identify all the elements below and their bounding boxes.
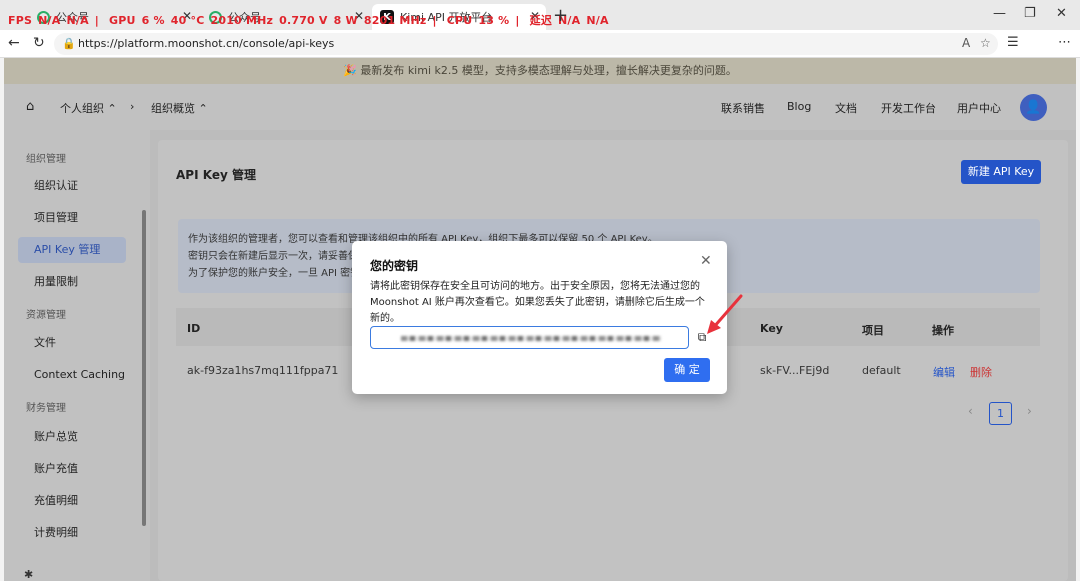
annotation-arrow xyxy=(707,294,743,334)
sidebar-item-api-keys[interactable]: API Key 管理 xyxy=(18,237,126,263)
address-bar-row: ← ↻ 🔒 https://platform.moonshot.cn/conso… xyxy=(0,30,1080,82)
sidebar-item-recharge-history[interactable]: 充值明细 xyxy=(18,488,126,514)
top-header: ⌂ 个人组织 ⌃ › 组织概览 ⌃ 联系销售 Blog 文档 开发工作台 用户中… xyxy=(4,84,1076,130)
user-avatar[interactable]: 👤 xyxy=(1020,94,1047,121)
column-header-project: 项目 xyxy=(862,324,884,337)
favorites-icon[interactable]: ☰ xyxy=(1007,35,1019,50)
url-field[interactable]: 🔒 https://platform.moonshot.cn/console/a… xyxy=(54,33,998,55)
restore-icon[interactable]: ❐ xyxy=(1024,6,1036,21)
column-header-key: Key xyxy=(760,322,783,335)
user-icon: 👤 xyxy=(1025,100,1042,115)
sidebar-item-billing-details[interactable]: 计费明细 xyxy=(18,520,126,546)
home-icon[interactable]: ⌂ xyxy=(26,99,34,114)
sidebar-item-account-overview[interactable]: 账户总览 xyxy=(18,424,126,450)
row-key: sk-FV...FEj9d xyxy=(760,364,830,377)
refresh-icon[interactable]: ↻ xyxy=(33,35,45,51)
edit-link[interactable]: 编辑 xyxy=(933,364,955,380)
close-icon[interactable]: ✕ xyxy=(700,253,712,269)
announcement-banner: 🎉 最新发布 kimi k2.5 模型，支持多模态理解与处理，擅长解决更复杂的问… xyxy=(4,58,1076,84)
column-header-actions: 操作 xyxy=(932,324,954,337)
column-header-id: ID xyxy=(187,322,201,335)
row-project: default xyxy=(862,364,901,377)
settings-icon[interactable]: ✱ xyxy=(24,568,33,581)
new-tab-button[interactable]: + xyxy=(553,5,568,26)
more-icon[interactable]: ⋯ xyxy=(1058,35,1071,50)
secret-key-field[interactable] xyxy=(370,326,689,349)
nav-workbench[interactable]: 开发工作台 xyxy=(881,100,936,116)
lock-icon: 🔒 xyxy=(62,37,76,50)
nav-blog[interactable]: Blog xyxy=(787,100,811,113)
sidebar-group: 财务管理 xyxy=(26,403,66,414)
chevron-right-icon: › xyxy=(130,100,135,113)
redacted-key-blur xyxy=(401,336,661,341)
sidebar: 组织管理 组织认证 项目管理 API Key 管理 用量限制 资源管理 文件 C… xyxy=(4,130,150,581)
sidebar-group: 资源管理 xyxy=(26,310,66,321)
modal-title: 您的密钥 xyxy=(370,259,419,273)
org-selector[interactable]: 个人组织 ⌃ xyxy=(60,100,117,116)
sidebar-item-projects[interactable]: 项目管理 xyxy=(18,205,126,231)
minimize-icon[interactable]: — xyxy=(993,6,1006,21)
sidebar-item-files[interactable]: 文件 xyxy=(18,330,126,356)
sidebar-scrollbar[interactable] xyxy=(142,210,146,526)
sidebar-item-usage-limits[interactable]: 用量限制 xyxy=(18,269,126,295)
delete-link[interactable]: 删除 xyxy=(970,364,992,380)
sidebar-item-recharge[interactable]: 账户充值 xyxy=(18,456,126,482)
pager-next[interactable]: › xyxy=(1027,404,1032,418)
confirm-button[interactable]: 确 定 xyxy=(664,358,710,382)
sidebar-group: 组织管理 xyxy=(26,154,66,165)
favorite-star-icon[interactable]: ☆ xyxy=(980,36,991,50)
nav-contact-sales[interactable]: 联系销售 xyxy=(721,100,765,116)
row-id: ak-f93za1hs7mq111fppa71 xyxy=(187,364,339,377)
modal-description: 请将此密钥保存在安全且可访问的地方。出于安全原因，您将无法通过您的 Moonsh… xyxy=(370,281,705,324)
performance-overlay: FPS N/A N/A | GPU 6 % 40 °C 2010 MHz 0.770 V8 W… xyxy=(8,14,609,27)
sidebar-item-context-caching[interactable]: Context Caching xyxy=(18,362,126,388)
browser-window: 公众号 ✕ 公众号 ✕ K Kimi API 开放平台 ✕ FPS N/A N/A |… xyxy=(0,0,1080,581)
back-icon[interactable]: ← xyxy=(8,35,20,51)
close-window-icon[interactable]: ✕ xyxy=(1056,6,1067,21)
new-api-key-button[interactable]: 新建 API Key xyxy=(961,160,1041,184)
pager-prev[interactable]: ‹ xyxy=(968,404,973,418)
overview-selector[interactable]: 组织概览 ⌃ xyxy=(151,100,208,116)
sidebar-item-org-verify[interactable]: 组织认证 xyxy=(18,173,126,199)
read-aloud-icon[interactable]: A xyxy=(962,36,970,50)
pager-current[interactable]: 1 xyxy=(989,402,1012,425)
tab-bar: 公众号 ✕ 公众号 ✕ K Kimi API 开放平台 ✕ FPS N/A N/A |… xyxy=(0,0,1080,30)
page-title: API Key 管理 xyxy=(176,168,256,182)
nav-docs[interactable]: 文档 xyxy=(835,100,857,116)
secret-key-modal: 您的密钥 ✕ 请将此密钥保存在安全且可访问的地方。出于安全原因，您将无法通过您的… xyxy=(352,241,727,394)
nav-user-center[interactable]: 用户中心 xyxy=(957,100,1001,116)
